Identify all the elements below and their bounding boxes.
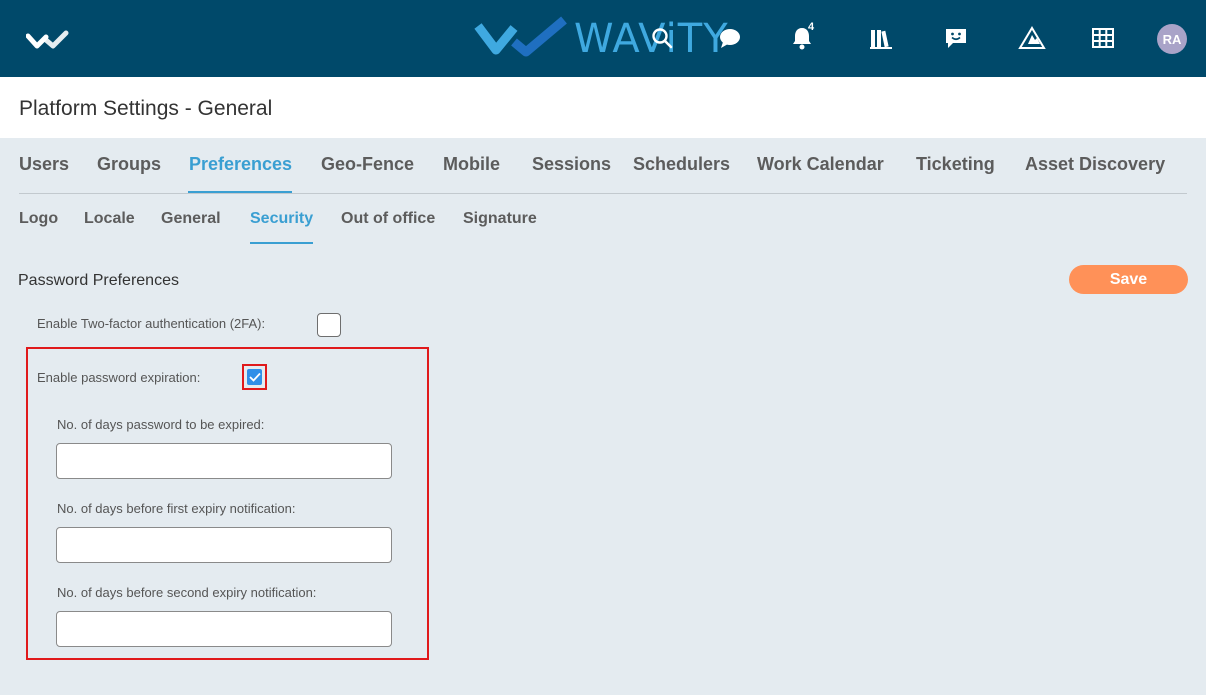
section-title: Password Preferences [18,272,179,289]
tab-ticketing[interactable]: Ticketing [916,154,995,175]
road-sign-icon[interactable] [1018,24,1046,52]
second-notification-label: No. of days before second expiry notific… [57,585,317,600]
grid-icon[interactable] [1089,24,1117,52]
top-navigation-bar: WAViTY 4 RA [0,0,1206,77]
save-button[interactable]: Save [1069,265,1188,294]
expiration-label: Enable password expiration: [37,370,201,385]
tab-geo-fence[interactable]: Geo-Fence [321,154,414,175]
tab-schedulers[interactable]: Schedulers [633,154,730,175]
two-factor-label: Enable Two-factor authentication (2FA): [37,316,266,331]
days-expire-label: No. of days password to be expired: [57,417,265,432]
expiration-checkbox-highlight [242,364,267,390]
tab-sessions[interactable]: Sessions [532,154,611,175]
first-notification-label: No. of days before first expiry notifica… [57,501,296,516]
subtab-security[interactable]: Security [250,210,313,228]
page-title: Platform Settings - General [19,97,273,120]
bell-icon[interactable]: 4 [788,21,816,52]
tab-work-calendar[interactable]: Work Calendar [757,154,884,175]
two-factor-checkbox[interactable] [317,313,341,337]
avatar[interactable]: RA [1157,24,1187,54]
tab-users[interactable]: Users [19,154,69,175]
second-notification-input[interactable] [56,611,392,647]
days-expire-input[interactable] [56,443,392,479]
library-icon[interactable] [867,24,895,52]
checkmark-icon [248,372,261,382]
main-tabs: Users Groups Preferences Geo-Fence Mobil… [19,140,1187,194]
notification-count: 4 [808,21,815,33]
subtab-logo[interactable]: Logo [19,210,58,228]
tab-groups[interactable]: Groups [97,154,161,175]
expiration-checkbox[interactable] [247,369,262,385]
active-subtab-indicator [250,242,313,244]
brand-logo: WAViTY [474,16,729,62]
search-icon[interactable] [648,24,676,52]
tab-mobile[interactable]: Mobile [443,154,500,175]
subtab-general[interactable]: General [161,210,221,228]
subtab-out-of-office[interactable]: Out of office [341,210,435,228]
active-tab-indicator [188,191,292,193]
message-smile-icon[interactable] [942,24,970,52]
subtab-locale[interactable]: Locale [84,210,135,228]
chat-bubble-icon[interactable] [716,24,744,52]
logo-check-icon[interactable] [26,28,78,52]
subtab-signature[interactable]: Signature [463,210,537,228]
sub-tabs: Logo Locale General Security Out of offi… [19,200,619,246]
page-title-bar: Platform Settings - General [0,77,1206,138]
tab-asset-discovery[interactable]: Asset Discovery [1025,154,1165,175]
first-notification-input[interactable] [56,527,392,563]
tab-preferences[interactable]: Preferences [189,154,292,175]
brand-check-icon [474,16,567,57]
